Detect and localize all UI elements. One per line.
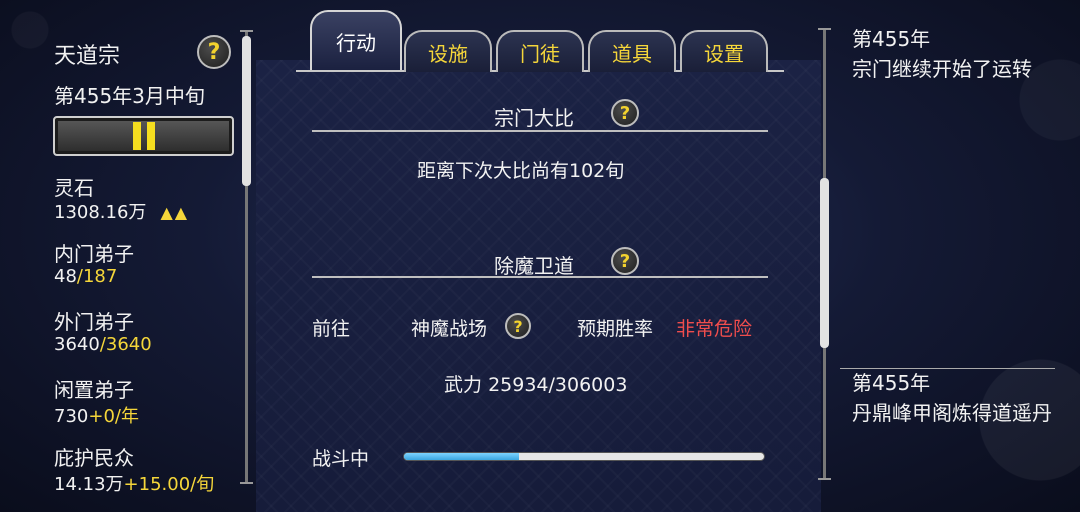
stat-value-outer-disciples: 3640/3640	[54, 334, 152, 355]
tournament-countdown: 距离下次大比尚有102旬	[417, 160, 625, 182]
sidebar: 天道宗 ? 第455年3月中旬 灵石 1308.16万 ▲▲ 内门弟子 48/18…	[0, 0, 250, 512]
log-entry-text: 丹鼎峰甲阁炼得道遥丹	[852, 401, 1052, 425]
demon-help-icon[interactable]: ?	[611, 247, 639, 275]
demon-divider	[312, 276, 768, 278]
win-rate-value: 非常危险	[676, 318, 753, 340]
tab-items[interactable]: 道具	[588, 30, 676, 72]
battle-status: 战斗中	[312, 448, 370, 470]
stat-label-spirit-stones: 灵石	[54, 176, 94, 200]
tab-facilities[interactable]: 设施	[404, 30, 492, 72]
stat-value-protected-people: 14.13万+15.00/旬	[54, 474, 215, 495]
log-entry-year: 第455年	[852, 371, 931, 395]
stat-label-inner-disciples: 内门弟子	[54, 242, 134, 266]
tournament-divider	[312, 130, 768, 132]
stat-value-idle-disciples: 730+0/年	[54, 406, 139, 427]
tab-actions[interactable]: 行动	[310, 10, 402, 70]
game-date: 第455年3月中旬	[54, 84, 205, 108]
stat-value-spirit-stones: 1308.16万 ▲▲	[54, 202, 190, 223]
log-entry-text: 宗门继续开始了运转	[852, 57, 1032, 81]
log-scroll-thumb[interactable]	[820, 178, 829, 348]
power-readout: 武力 25934/306003	[444, 374, 628, 396]
goto-label: 前往	[312, 318, 351, 340]
up-arrows-icon: ▲▲	[160, 203, 190, 222]
stat-label-protected-people: 庇护民众	[54, 446, 134, 470]
sect-name: 天道宗	[54, 44, 121, 69]
stat-label-outer-disciples: 外门弟子	[54, 310, 134, 334]
log-entry: 第455年 丹鼎峰甲阁炼得道遥丹	[852, 368, 1052, 428]
location-select[interactable]: 神魔战场	[411, 314, 487, 341]
tab-disciples[interactable]: 门徒	[496, 30, 584, 72]
tab-settings[interactable]: 设置	[680, 30, 768, 72]
pause-icon	[132, 122, 141, 150]
pause-button[interactable]	[53, 116, 234, 156]
log-entry: 第455年 宗门继续开始了运转	[852, 24, 1052, 84]
win-rate-label: 预期胜率	[577, 318, 654, 340]
log-entry-year: 第455年	[852, 27, 931, 51]
battle-progress-bar	[403, 452, 765, 461]
tournament-help-icon[interactable]: ?	[611, 99, 639, 127]
battle-progress-fill	[404, 453, 520, 460]
tournament-title: 宗门大比	[494, 106, 574, 130]
sidebar-scroll-thumb[interactable]	[242, 36, 251, 186]
location-help-icon[interactable]: ?	[505, 313, 531, 339]
stat-value-inner-disciples: 48/187	[54, 266, 118, 287]
stat-label-idle-disciples: 闲置弟子	[54, 378, 134, 402]
sect-help-icon[interactable]: ?	[197, 35, 231, 69]
demon-title: 除魔卫道	[494, 254, 574, 278]
